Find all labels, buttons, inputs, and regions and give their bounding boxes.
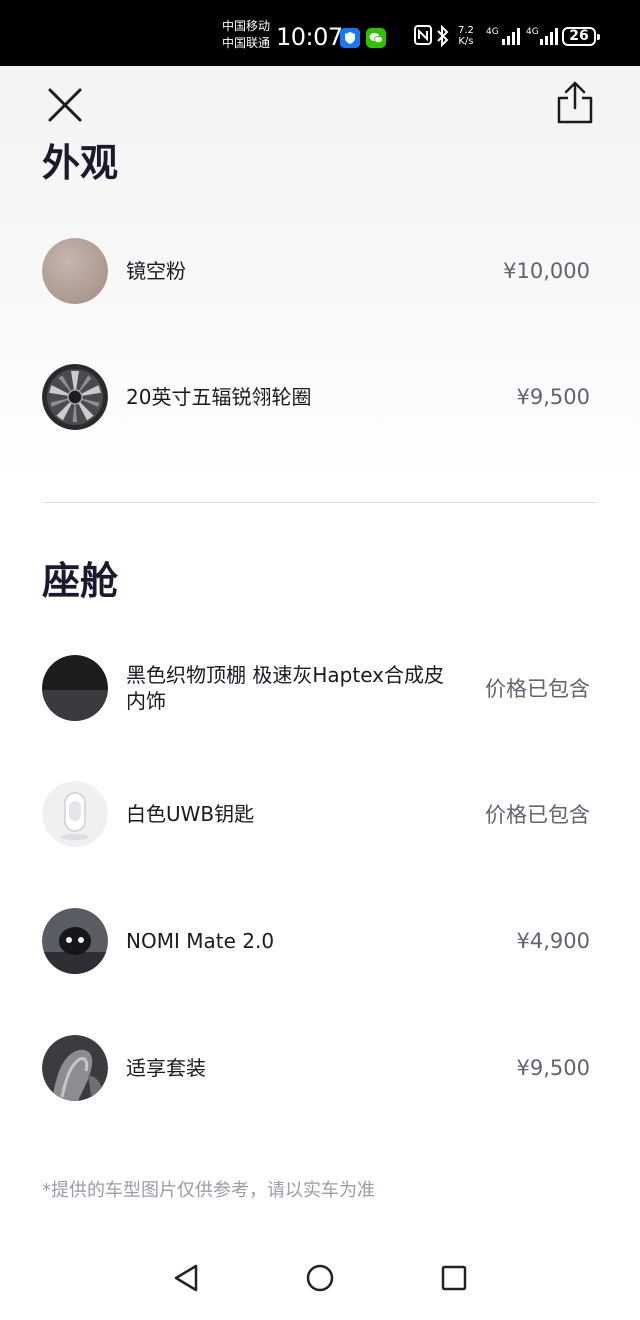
nav-recents-button[interactable] bbox=[434, 1258, 474, 1298]
carrier-1: 中国移动 bbox=[222, 19, 271, 33]
option-row-interior[interactable]: 黑色织物顶棚 极速灰Haptex合成皮内饰 价格已包含 bbox=[42, 655, 598, 721]
option-price: ¥9,500 bbox=[516, 385, 590, 409]
paint-swatch bbox=[42, 238, 108, 304]
shield-app-icon bbox=[340, 28, 360, 48]
option-price: 价格已包含 bbox=[485, 677, 590, 701]
option-price: ¥9,500 bbox=[516, 1056, 590, 1080]
clock: 10:07 bbox=[276, 23, 343, 51]
close-button[interactable] bbox=[44, 84, 86, 126]
section-divider bbox=[42, 502, 598, 503]
key-fob-thumbnail bbox=[42, 781, 108, 847]
wheel-thumbnail bbox=[42, 364, 108, 430]
recents-icon bbox=[441, 1265, 467, 1291]
nav-home-button[interactable] bbox=[300, 1258, 340, 1298]
carrier-2: 中国联通 bbox=[222, 36, 271, 50]
option-name: 20英寸五辐锐翎轮圈 bbox=[126, 385, 312, 409]
seat-thumbnail bbox=[42, 1035, 108, 1101]
section-title-cabin: 座舱 bbox=[42, 559, 119, 603]
option-row-wheel[interactable]: 20英寸五辐锐翎轮圈 ¥9,500 bbox=[42, 364, 598, 430]
nav-back-button[interactable] bbox=[166, 1258, 206, 1298]
interior-swatch bbox=[42, 655, 108, 721]
section-title-exterior: 外观 bbox=[42, 141, 119, 185]
option-name: 白色UWB钥匙 bbox=[126, 802, 255, 826]
disclaimer-text: *提供的车型图片仅供参考，请以实车为准 bbox=[42, 1180, 375, 1201]
option-row-nomi[interactable]: NOMI Mate 2.0 ¥4,900 bbox=[42, 908, 598, 974]
share-button[interactable] bbox=[554, 80, 596, 126]
signal-icon: 4G bbox=[486, 27, 524, 47]
nfc-icon bbox=[414, 25, 432, 52]
option-name: 黑色织物顶棚 极速灰Haptex合成皮内饰 bbox=[126, 663, 444, 713]
signal-icon: 4G bbox=[526, 27, 564, 47]
option-row-paint[interactable]: 镜空粉 ¥10,000 bbox=[42, 238, 598, 304]
option-name: NOMI Mate 2.0 bbox=[126, 929, 275, 953]
battery-level: 26 bbox=[569, 28, 589, 44]
close-icon bbox=[48, 88, 82, 122]
net-speed-unit: K/s bbox=[458, 36, 474, 47]
option-name: 镜空粉 bbox=[126, 259, 186, 283]
share-icon bbox=[557, 81, 593, 124]
option-price: ¥10,000 bbox=[503, 259, 590, 283]
option-price: 价格已包含 bbox=[485, 803, 590, 827]
status-bar: 中国移动 中国联通 10:07 7.2 K/s 4G 4G 26 bbox=[0, 0, 640, 66]
option-price: ¥4,900 bbox=[516, 929, 590, 953]
wechat-icon bbox=[366, 28, 386, 48]
system-nav-bar bbox=[0, 1236, 640, 1320]
home-icon bbox=[306, 1264, 334, 1292]
option-name: 适享套装 bbox=[126, 1056, 206, 1080]
net-speed-value: 7.2 bbox=[458, 25, 474, 36]
nomi-robot-thumbnail bbox=[42, 908, 108, 974]
battery-icon: 26 bbox=[562, 27, 600, 46]
back-icon bbox=[174, 1264, 198, 1292]
option-row-comfort-pack[interactable]: 适享套装 ¥9,500 bbox=[42, 1035, 598, 1101]
carrier-info: 中国移动 中国联通 bbox=[222, 18, 270, 52]
option-row-key[interactable]: 白色UWB钥匙 价格已包含 bbox=[42, 781, 598, 847]
bluetooth-icon bbox=[436, 24, 450, 54]
net-speed: 7.2 K/s bbox=[458, 25, 474, 47]
